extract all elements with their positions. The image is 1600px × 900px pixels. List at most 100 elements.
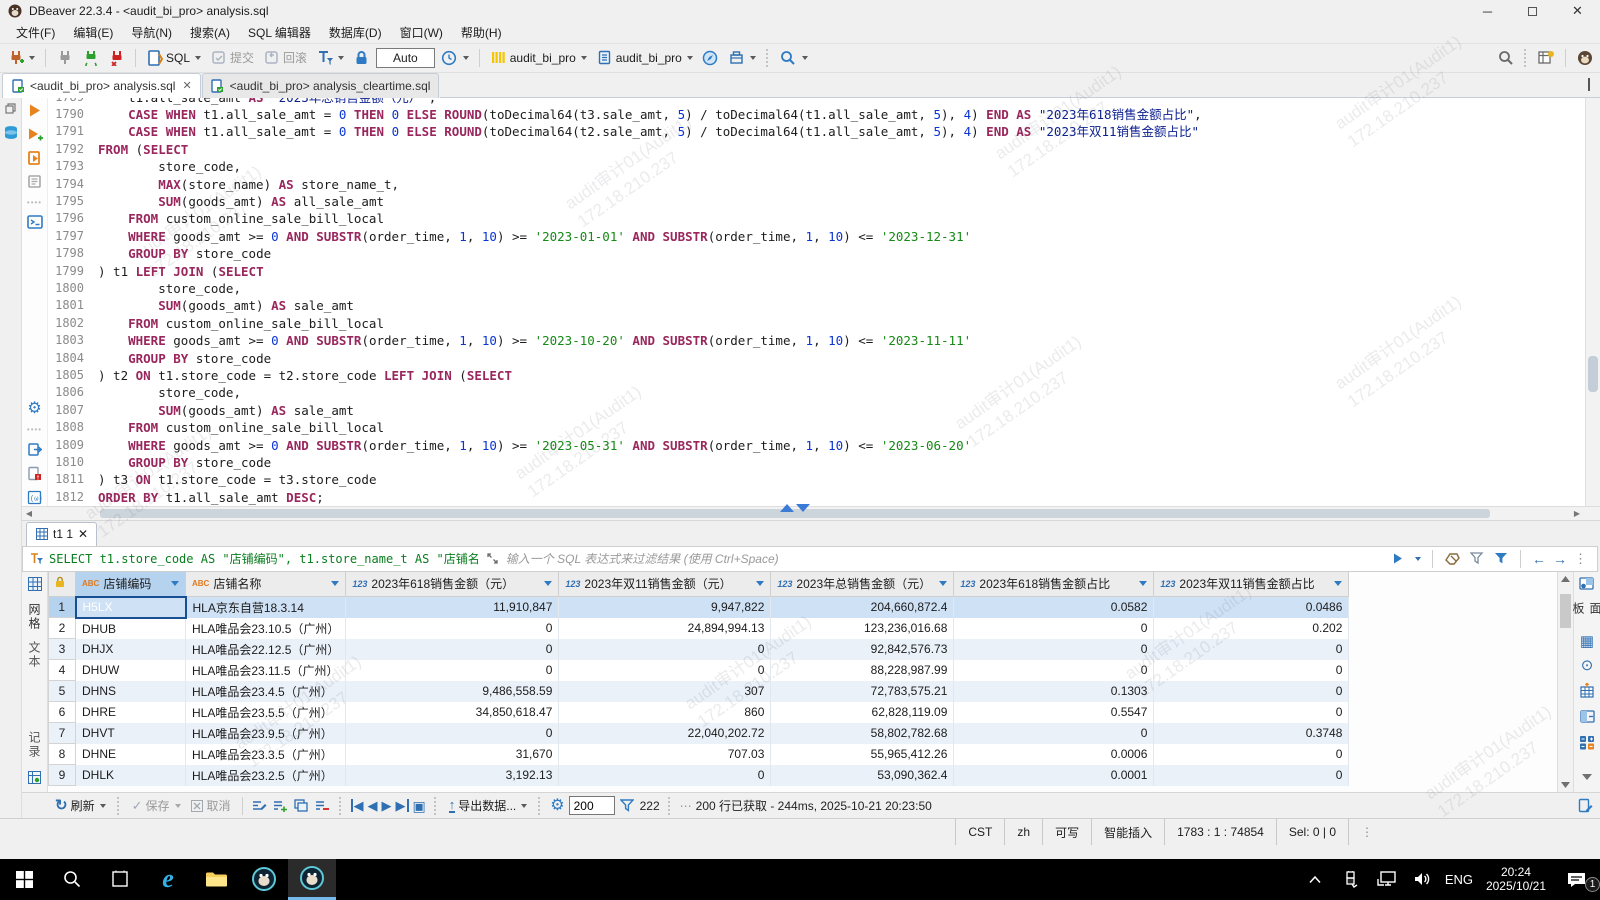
grid-cell[interactable]: 88,228,987.99 — [771, 660, 954, 681]
grid-cell[interactable]: DHRE — [76, 702, 186, 723]
grid-cell[interactable]: 307 — [559, 681, 771, 702]
grid-cell[interactable]: 0 — [346, 639, 559, 660]
database-navigator-icon[interactable] — [2, 125, 19, 142]
fetch-all-icon[interactable]: ▣ — [413, 799, 426, 813]
editor-hscrollbar[interactable]: ◀ ▶ — [22, 506, 1600, 520]
column-filter-dropdown-icon[interactable] — [756, 581, 764, 586]
grid-cell[interactable]: 0.202 — [1154, 618, 1349, 639]
open-value-editor-icon[interactable] — [1577, 797, 1594, 814]
save-button[interactable]: ✓ 保存 — [129, 794, 184, 818]
grid-cell[interactable]: 53,090,362.4 — [771, 765, 954, 786]
edit-cell-icon[interactable] — [251, 797, 268, 814]
menu-item[interactable]: 文件(F) — [8, 22, 63, 43]
grid-cell[interactable]: 0 — [1154, 639, 1349, 660]
grid-vscrollbar[interactable] — [1557, 572, 1573, 793]
grid-cell[interactable]: DHNS — [76, 681, 186, 702]
grid-cell[interactable]: DHUB — [76, 618, 186, 639]
grid-cell[interactable]: 3,192.13 — [346, 765, 559, 786]
apply-filter-icon[interactable] — [1389, 550, 1406, 567]
column-filter-dropdown-icon[interactable] — [331, 581, 339, 586]
editor-vscrollbar[interactable] — [1585, 98, 1600, 506]
start-button[interactable] — [0, 859, 48, 900]
grid-cell[interactable]: 72,783,575.21 — [771, 681, 954, 702]
execute-script-icon[interactable] — [26, 150, 43, 167]
grid-cell[interactable]: 0 — [954, 639, 1154, 660]
grid-cell[interactable]: HLA唯品会23.11.5（广州） — [186, 660, 346, 681]
column-header[interactable]: 1232023年双11销售金额（元） — [559, 572, 771, 597]
grid-cell[interactable]: 58,802,782.68 — [771, 723, 954, 744]
grid-cell[interactable]: 0 — [954, 618, 1154, 639]
grid-cell[interactable]: HLA唯品会22.12.5（广州） — [186, 639, 346, 660]
disconnect-button[interactable] — [105, 46, 128, 70]
toolbar-overflow-icon[interactable]: ⋯ — [680, 799, 692, 813]
last-page-icon[interactable]: ▶ — [396, 799, 409, 812]
row-number[interactable]: 8 — [49, 744, 76, 765]
refresh-button[interactable]: ↻ 刷新 — [52, 794, 109, 818]
lock-button[interactable] — [350, 46, 373, 70]
hscroll-right-arrow[interactable]: ▶ — [1570, 507, 1584, 520]
column-filter-dropdown-icon[interactable] — [544, 581, 552, 586]
delete-row-icon[interactable] — [314, 797, 331, 814]
execute-new-tab-icon[interactable] — [26, 126, 43, 143]
grid-cell[interactable]: 34,850,618.47 — [346, 702, 559, 723]
column-filter-dropdown-icon[interactable] — [171, 581, 179, 586]
schema-selector[interactable]: audit_bi_pro — [593, 46, 696, 70]
save-filter-icon[interactable] — [1468, 550, 1485, 567]
grid-cell[interactable]: 0 — [954, 723, 1154, 744]
menu-item[interactable]: 数据库(D) — [321, 22, 390, 43]
grid-cell[interactable]: 0 — [559, 639, 771, 660]
usb-icon[interactable] — [1334, 871, 1368, 888]
editor-settings-gear-icon[interactable]: ⚙ — [26, 401, 43, 418]
add-row-icon[interactable] — [272, 797, 289, 814]
grid-scroll-down-icon[interactable] — [1558, 778, 1573, 792]
menu-item[interactable]: 搜索(A) — [182, 22, 238, 43]
hscroll-left-arrow[interactable]: ◀ — [22, 507, 36, 520]
save-file-warning-icon[interactable] — [26, 465, 43, 482]
panel-collapse-icon[interactable] — [1579, 769, 1596, 786]
references-panel-icon[interactable] — [1579, 708, 1596, 725]
grid-cell[interactable]: HLA唯品会23.2.5（广州） — [186, 765, 346, 786]
grid-cell[interactable]: HLA唯品会23.4.5（广州） — [186, 681, 346, 702]
column-header[interactable]: ABC店铺编码 — [76, 572, 186, 597]
internet-explorer-icon[interactable]: e — [144, 859, 192, 900]
row-number[interactable]: 2 — [49, 618, 76, 639]
restore-panel-icon[interactable] — [2, 100, 19, 117]
fetch-size-input[interactable] — [569, 796, 615, 815]
filter-history-dropdown[interactable] — [1415, 557, 1421, 561]
grid-settings-gear-icon[interactable]: ⚙ — [550, 798, 564, 814]
row-number[interactable]: 6 — [49, 702, 76, 723]
open-file-icon[interactable] — [26, 441, 43, 458]
grid-cell[interactable]: 0 — [1154, 744, 1349, 765]
grid-cell[interactable]: 24,894,994.13 — [559, 618, 771, 639]
grid-cell[interactable]: DHJX — [76, 639, 186, 660]
notification-center-icon[interactable]: 1 — [1556, 871, 1596, 888]
grid-cell[interactable]: DHUW — [76, 660, 186, 681]
tx-log-button[interactable] — [438, 46, 472, 70]
dbeaver-perspective-button[interactable] — [1573, 46, 1596, 70]
panels-config-icon[interactable] — [1579, 576, 1596, 593]
results-tab-close-icon[interactable]: ✕ — [78, 527, 88, 541]
search-metadata-button[interactable] — [777, 46, 811, 70]
grid-cell[interactable]: 0 — [1154, 702, 1349, 723]
value-viewer-panel-icon[interactable]: ▦ — [1580, 634, 1594, 649]
column-header[interactable]: 1232023年双11销售金额占比 — [1154, 572, 1349, 597]
record-mode-icon[interactable] — [26, 769, 43, 786]
grid-cell[interactable]: 0 — [346, 723, 559, 744]
maximize-editor-icon[interactable] — [1588, 79, 1590, 90]
database-selector[interactable]: audit_bi_pro — [487, 46, 590, 70]
metadata-panel-icon[interactable]: ⊙ — [1581, 658, 1594, 673]
grid-cell[interactable]: 0 — [559, 660, 771, 681]
row-header-corner[interactable] — [49, 572, 76, 597]
terminal-icon[interactable] — [26, 214, 43, 231]
row-number[interactable]: 9 — [49, 765, 76, 786]
column-filter-dropdown-icon[interactable] — [939, 581, 947, 586]
grid-scroll-up-icon[interactable] — [1558, 572, 1573, 586]
column-header[interactable]: 1232023年总销售金额（元） — [771, 572, 954, 597]
status-overflow-icon[interactable]: ⋮ — [1348, 819, 1385, 845]
record-mode-tab[interactable]: 记录 — [26, 731, 43, 759]
expand-filter-icon[interactable] — [486, 550, 500, 567]
calc-panel-icon[interactable] — [1579, 734, 1596, 751]
rollback-button[interactable]: 回滚 — [260, 46, 310, 70]
grid-cell[interactable]: 0 — [1154, 765, 1349, 786]
new-connection-button[interactable] — [4, 46, 38, 70]
